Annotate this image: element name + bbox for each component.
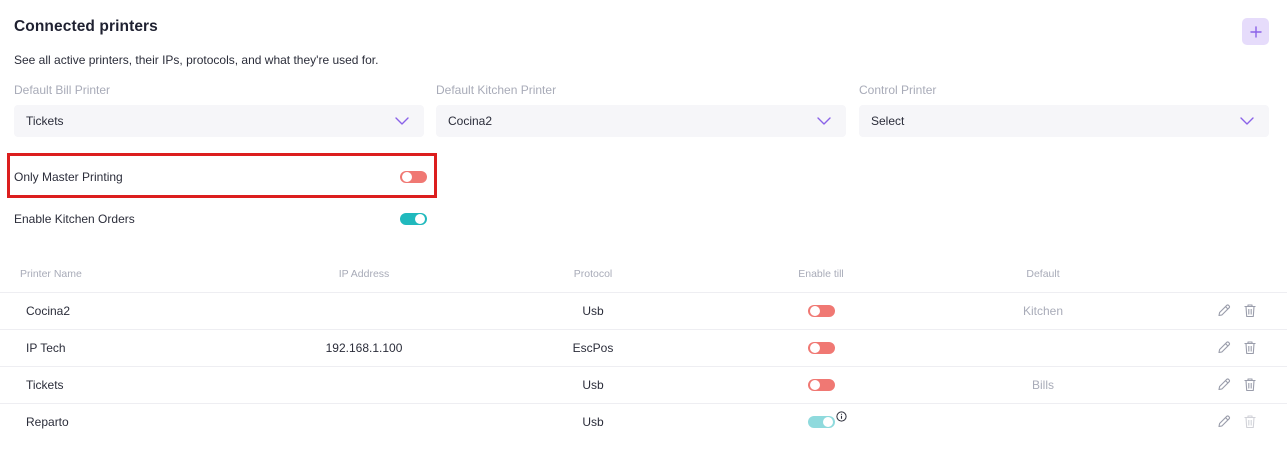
printer-protocol: EscPos [488, 328, 698, 366]
trash-icon[interactable] [1243, 340, 1257, 355]
printer-protocol: Usb [488, 365, 698, 403]
add-printer-button[interactable] [1242, 18, 1269, 45]
enable-kitchen-orders-label: Enable Kitchen Orders [14, 212, 135, 226]
info-icon[interactable] [836, 411, 847, 422]
default-kitchen-printer-label: Default Kitchen Printer [436, 83, 557, 97]
enable-till-toggle[interactable] [807, 415, 835, 428]
default-kitchen-printer-select[interactable]: Cocina2 [436, 105, 846, 137]
page-title: Connected printers [14, 18, 158, 35]
table-row: Cocina2 Usb Kitchen [0, 291, 1287, 329]
table-row: Tickets Usb Bills [0, 365, 1287, 403]
printer-ip [240, 291, 488, 329]
trash-icon[interactable] [1243, 377, 1257, 392]
toggle-knob [809, 342, 820, 353]
only-master-printing-toggle[interactable] [400, 171, 427, 183]
edit-icon[interactable] [1217, 340, 1231, 355]
column-header-default: Default [1026, 267, 1060, 280]
toggle-knob [809, 379, 820, 390]
printer-ip: 192.168.1.100 [240, 328, 488, 366]
enable-till-cell [698, 291, 944, 329]
chevron-down-icon [817, 117, 831, 125]
control-printer-label: Control Printer [859, 83, 937, 97]
default-bill-printer-select[interactable]: Tickets [14, 105, 424, 137]
printer-default: Bills [944, 365, 1142, 403]
only-master-printing-row: Only Master Printing [14, 170, 427, 184]
default-kitchen-printer-value: Cocina2 [448, 114, 493, 128]
enable-kitchen-orders-toggle[interactable] [400, 213, 427, 225]
edit-icon[interactable] [1217, 414, 1231, 429]
enable-till-toggle[interactable] [807, 304, 835, 317]
printers-table: Printer Name IP Address Protocol Enable … [0, 256, 1287, 440]
default-bill-printer-group: Default Bill Printer Tickets [14, 82, 424, 137]
toggle-knob [822, 416, 833, 427]
only-master-printing-label: Only Master Printing [14, 170, 123, 184]
printer-protocol: Usb [488, 291, 698, 329]
edit-icon[interactable] [1217, 377, 1231, 392]
printer-name: Tickets [0, 365, 240, 403]
row-actions [1142, 291, 1287, 329]
toggle-knob [415, 214, 425, 224]
edit-icon[interactable] [1217, 303, 1231, 318]
printer-name: IP Tech [0, 328, 240, 366]
chevron-down-icon [1240, 117, 1254, 125]
toggle-knob [809, 305, 820, 316]
table-row: IP Tech 192.168.1.100 EscPos [0, 328, 1287, 366]
default-kitchen-printer-group: Default Kitchen Printer Cocina2 [436, 82, 846, 137]
printer-name: Reparto [0, 402, 240, 440]
printer-ip [240, 365, 488, 403]
printer-name: Cocina2 [0, 291, 240, 329]
page-subtitle: See all active printers, their IPs, prot… [14, 53, 379, 67]
printer-protocol: Usb [488, 402, 698, 440]
control-printer-group: Control Printer Select [859, 82, 1269, 137]
printer-default [944, 328, 1142, 366]
default-bill-printer-value: Tickets [26, 114, 64, 128]
enable-till-cell [698, 402, 944, 440]
toggle-knob [402, 172, 412, 182]
enable-till-cell [698, 328, 944, 366]
table-header-row: Printer Name IP Address Protocol Enable … [0, 256, 1287, 292]
control-printer-value: Select [871, 114, 905, 128]
trash-icon[interactable] [1243, 303, 1257, 318]
column-header-ip-address: IP Address [338, 267, 390, 280]
column-header-printer-name: Printer Name [20, 267, 82, 280]
enable-kitchen-orders-row: Enable Kitchen Orders [14, 212, 427, 226]
row-actions [1142, 328, 1287, 366]
enable-till-toggle[interactable] [807, 341, 835, 354]
row-actions [1142, 365, 1287, 403]
enable-till-cell [698, 365, 944, 403]
plus-icon [1249, 25, 1262, 38]
row-actions [1142, 402, 1287, 440]
column-header-actions [1142, 256, 1287, 292]
table-row: Reparto Usb [0, 402, 1287, 440]
printer-default [944, 402, 1142, 440]
column-header-protocol: Protocol [573, 267, 613, 280]
printer-default: Kitchen [944, 291, 1142, 329]
enable-till-toggle[interactable] [807, 378, 835, 391]
default-bill-printer-label: Default Bill Printer [14, 83, 111, 97]
column-header-enable-till: Enable till [798, 267, 844, 280]
control-printer-select[interactable]: Select [859, 105, 1269, 137]
printer-ip [240, 402, 488, 440]
trash-icon[interactable] [1243, 414, 1257, 429]
chevron-down-icon [395, 117, 409, 125]
